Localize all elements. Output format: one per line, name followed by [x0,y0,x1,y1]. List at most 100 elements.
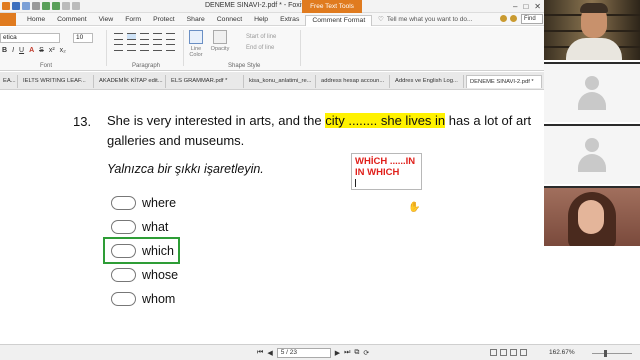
page-navigation: ⏮ ◀ 5 / 23 ▶ ⏭ ⧉ ⟳ [257,348,369,358]
menu-form[interactable]: Form [119,15,147,26]
account-icon[interactable] [510,15,517,22]
doc-tab[interactable]: EA... [0,75,18,88]
free-text-annotation[interactable]: WHİCH ......IN IN WHICH [351,153,422,190]
line-color-icon [189,30,203,44]
tell-me-search[interactable]: ♡ Tell me what you want to do... [378,15,472,24]
menu-share[interactable]: Share [181,15,211,26]
copy-page-icon[interactable]: ⧉ [354,349,359,357]
italic-button[interactable]: I [12,47,14,54]
doc-tab[interactable]: AKADEMİK KİTAP edit... [96,75,166,88]
open-icon[interactable] [22,2,30,10]
single-page-view-icon[interactable] [490,349,497,356]
undo-icon[interactable] [42,2,50,10]
font-name-select[interactable]: etica [0,33,60,43]
menu-protect[interactable]: Protect [147,15,181,26]
rotate-icon[interactable]: ⟳ [363,349,369,357]
find-input[interactable]: Find [521,14,543,24]
justify-icon[interactable] [153,33,162,40]
option-checkbox[interactable] [111,268,136,282]
option-what[interactable]: what [111,218,168,236]
select-tool-icon[interactable] [72,2,80,10]
doc-tab[interactable]: kisa_konu_anlatimi_re... [246,75,316,88]
facing-view-icon[interactable] [510,349,517,356]
option-where[interactable]: where [111,194,176,212]
save-icon[interactable] [12,2,20,10]
continuous-facing-view-icon[interactable] [520,349,527,356]
zoom-slider-handle[interactable] [604,350,607,357]
menu-extras[interactable]: Extras [274,15,305,26]
correct-answer-rectangle[interactable] [103,237,180,264]
menu-comment-format[interactable]: Comment Format [305,15,373,26]
line-color-button[interactable]: Line Color [187,30,205,58]
superscript-button[interactable]: x² [49,47,55,54]
menu-help[interactable]: Help [248,15,274,26]
doc-tab[interactable]: ELS GRAMMAR.pdf * [168,75,244,88]
opacity-icon [213,30,227,44]
prev-page-icon[interactable]: ◀ [267,349,272,357]
opacity-button[interactable]: Opacity [208,30,232,52]
app-icon[interactable] [2,2,10,10]
context-tab-free-text-tools: Free Text Tools [302,0,362,13]
option-label: whose [142,268,179,282]
print-icon[interactable] [32,2,40,10]
page-number-input[interactable]: 5 / 23 [276,348,331,358]
highlighted-text: city ........ she lives in [325,113,446,128]
continuous-view-icon[interactable] [500,349,507,356]
numbering-icon[interactable] [153,44,162,51]
doc-tab[interactable]: address hesap accoun... [318,75,390,88]
participant-face [578,200,604,234]
group-label-font: Font [40,63,53,69]
spacing-icon[interactable] [166,44,175,51]
last-page-icon[interactable]: ⏭ [344,349,350,357]
outdent-icon[interactable] [127,44,136,51]
hand-tool-icon[interactable] [62,2,70,10]
end-of-line-option[interactable]: End of line [246,43,276,54]
option-label: where [142,196,177,210]
menu-bar: Home Comment View Form Protect Share Con… [0,13,544,26]
next-page-icon[interactable]: ▶ [335,349,340,357]
doc-tab[interactable]: IELTS WRITING LEAF... [20,75,94,88]
redo-icon[interactable] [52,2,60,10]
doc-tab[interactable]: Addres ve English Log... [392,75,464,88]
ribbon-separator [106,30,107,66]
line-spacing-icon[interactable] [166,33,175,40]
participant-video [544,186,640,246]
notification-icon[interactable] [500,15,507,22]
lightbulb-icon: ♡ [378,16,384,23]
option-checkbox[interactable] [111,196,136,210]
close-icon[interactable]: ✕ [534,2,541,11]
first-page-icon[interactable]: ⏮ [257,349,263,357]
question-text: She is very interested in arts, and the … [107,111,539,151]
align-left-icon[interactable] [114,33,123,40]
minimize-icon[interactable]: – [513,2,517,11]
menu-connect[interactable]: Connect [211,15,248,26]
option-checkbox[interactable] [111,220,136,234]
zoom-level[interactable]: 162.67% [549,349,575,356]
file-menu-button[interactable] [0,13,16,26]
indent-icon[interactable] [114,44,123,51]
menu-view[interactable]: View [93,15,120,26]
zoom-slider[interactable] [592,350,632,357]
option-label: what [142,220,169,234]
option-whom[interactable]: whom [111,290,175,308]
instruction-text: Yalnızca bir şıkkı işaretleyin. [107,162,264,176]
line-color-label: Line Color [189,46,203,58]
underline-button[interactable]: U [19,47,24,54]
option-checkbox[interactable] [111,292,136,306]
option-whose[interactable]: whose [111,266,178,284]
align-right-icon[interactable] [140,33,149,40]
strikethrough-button[interactable]: S [39,47,44,54]
group-label-shape-style: Shape Style [228,63,261,69]
menu-home[interactable]: Home [21,15,51,26]
start-of-line-option[interactable]: Start of line [246,32,276,43]
font-color-button[interactable]: A [29,47,34,54]
align-center-icon[interactable] [127,33,136,40]
doc-tab-active[interactable]: DENEME SINAVI-2.pdf * [466,75,542,88]
subscript-button[interactable]: x₂ [60,47,66,54]
maximize-icon[interactable]: □ [523,2,528,11]
paragraph-buttons [114,33,176,51]
bold-button[interactable]: B [2,47,7,54]
bullets-icon[interactable] [140,44,149,51]
font-size-select[interactable]: 10 [73,33,93,43]
menu-comment[interactable]: Comment [51,15,92,26]
